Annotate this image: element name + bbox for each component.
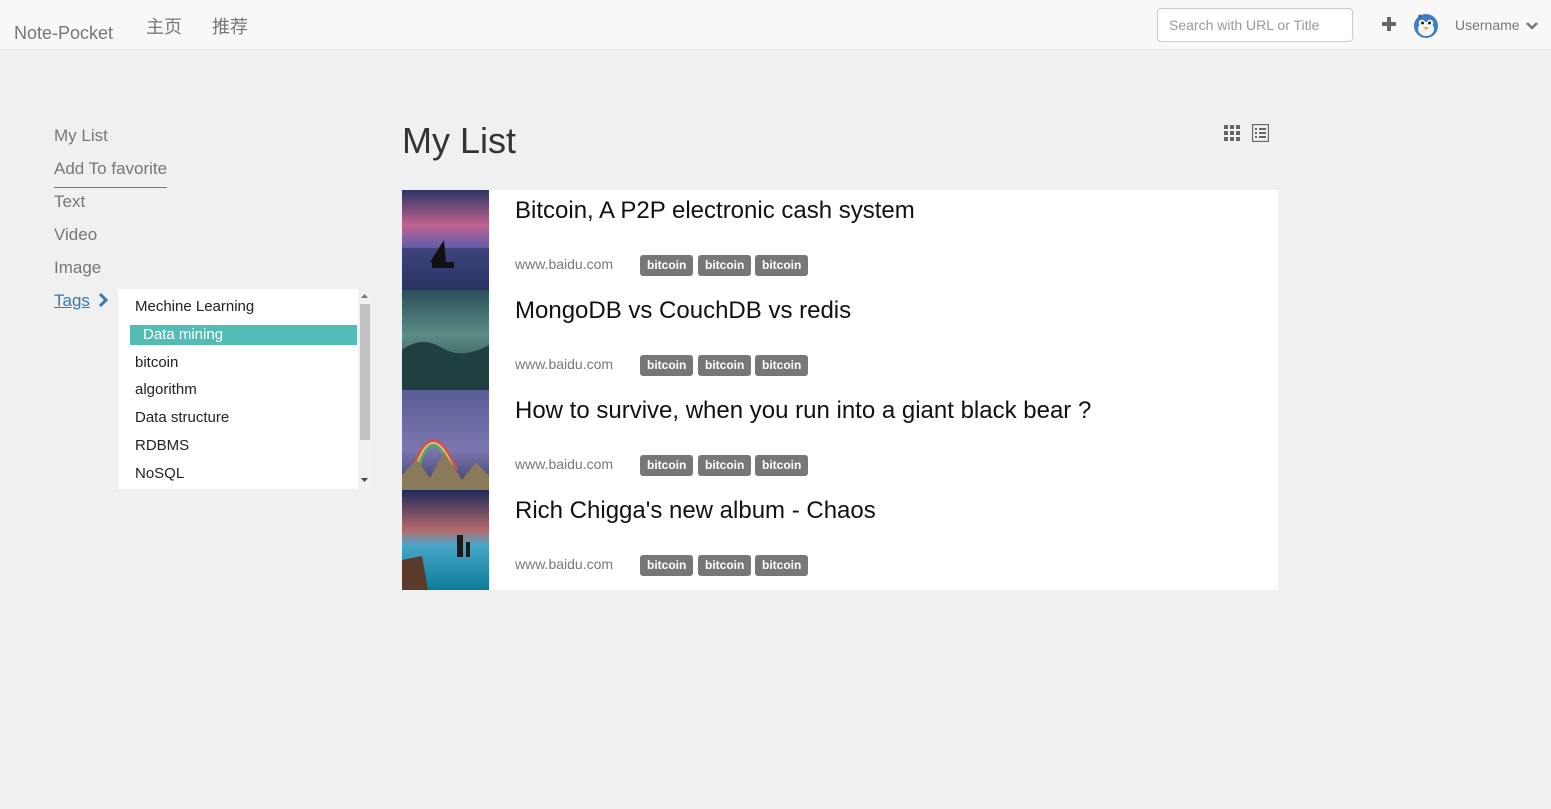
article-thumbnail[interactable] — [402, 290, 489, 390]
tag-badge[interactable]: bitcoin — [640, 555, 694, 576]
tag-item[interactable]: Mechine Learning — [135, 298, 254, 315]
article-title[interactable]: How to survive, when you run into a gian… — [515, 397, 1091, 425]
tag-item[interactable]: algorithm — [135, 381, 197, 398]
article-title[interactable]: Bitcoin, A P2P electronic cash system — [515, 197, 915, 225]
sidebar-item-image[interactable]: Image — [54, 258, 101, 278]
sidebar-item-add-to-favorite[interactable]: Add To favorite — [54, 159, 168, 188]
article-thumbnail[interactable] — [402, 490, 489, 590]
article-domain[interactable]: www.baidu.com — [515, 556, 613, 572]
tag-badge[interactable]: bitcoin — [698, 555, 752, 576]
tag-badge[interactable]: bitcoin — [698, 255, 752, 276]
avatar[interactable] — [1412, 11, 1440, 39]
sidebar-item-tags[interactable]: Tags — [54, 291, 90, 311]
tag-badge[interactable]: bitcoin — [755, 355, 809, 376]
tag-list-scroll-thumb[interactable] — [360, 304, 370, 440]
scroll-up-arrow-icon[interactable] — [361, 293, 368, 299]
article-thumbnail[interactable] — [402, 390, 489, 490]
tag-badge[interactable]: bitcoin — [640, 355, 694, 376]
plus-icon[interactable] — [1380, 15, 1398, 33]
brand-logo[interactable]: Note-Pocket — [14, 23, 113, 44]
tag-item[interactable]: bitcoin — [135, 354, 178, 371]
page-title: My List — [402, 120, 517, 161]
navbar: Note-Pocket 主页 推荐 Username — [0, 0, 1551, 50]
tag-list[interactable]: Mechine Learning Data mining bitcoin alg… — [118, 289, 371, 489]
chevron-right-icon[interactable] — [98, 292, 110, 308]
sidebar-item-video[interactable]: Video — [54, 225, 97, 245]
article-card[interactable]: How to survive, when you run into a gian… — [402, 390, 1278, 490]
sidebar-item-text[interactable]: Text — [54, 192, 85, 212]
nav-recommend[interactable]: 推荐 — [212, 13, 248, 39]
tag-badge[interactable]: bitcoin — [755, 455, 809, 476]
article-domain[interactable]: www.baidu.com — [515, 256, 613, 272]
article-list: Bitcoin, A P2P electronic cash system ww… — [402, 190, 1278, 590]
nav-home[interactable]: 主页 — [146, 13, 182, 39]
tag-item-selected[interactable]: Data mining — [130, 325, 357, 345]
article-thumbnail[interactable] — [402, 190, 489, 290]
article-card[interactable]: MongoDB vs CouchDB vs redis www.baidu.co… — [402, 290, 1278, 390]
tag-badge[interactable]: bitcoin — [755, 555, 809, 576]
tag-item[interactable]: Data structure — [135, 409, 229, 426]
article-title[interactable]: MongoDB vs CouchDB vs redis — [515, 297, 851, 325]
tag-item-label: Data mining — [143, 326, 224, 343]
username-label: Username — [1455, 17, 1520, 33]
sidebar-item-my-list[interactable]: My List — [54, 126, 108, 146]
tag-badge[interactable]: bitcoin — [698, 455, 752, 476]
username-menu[interactable]: Username — [1455, 17, 1539, 33]
article-domain[interactable]: www.baidu.com — [515, 456, 613, 472]
chevron-down-icon — [1526, 22, 1539, 31]
list-view-icon[interactable] — [1252, 124, 1269, 142]
tag-badge[interactable]: bitcoin — [640, 255, 694, 276]
article-card[interactable]: Rich Chigga's new album - Chaos www.baid… — [402, 490, 1278, 590]
grid-view-icon[interactable] — [1224, 125, 1240, 141]
tag-item[interactable]: NoSQL — [135, 465, 184, 482]
article-card[interactable]: Bitcoin, A P2P electronic cash system ww… — [402, 190, 1278, 290]
tag-badge[interactable]: bitcoin — [640, 455, 694, 476]
search-input[interactable] — [1157, 8, 1353, 42]
tag-badge[interactable]: bitcoin — [698, 355, 752, 376]
tag-badge[interactable]: bitcoin — [755, 255, 809, 276]
article-domain[interactable]: www.baidu.com — [515, 356, 613, 372]
tag-item[interactable]: RDBMS — [135, 437, 189, 454]
article-title[interactable]: Rich Chigga's new album - Chaos — [515, 497, 876, 525]
scroll-down-arrow-icon[interactable] — [361, 477, 368, 483]
